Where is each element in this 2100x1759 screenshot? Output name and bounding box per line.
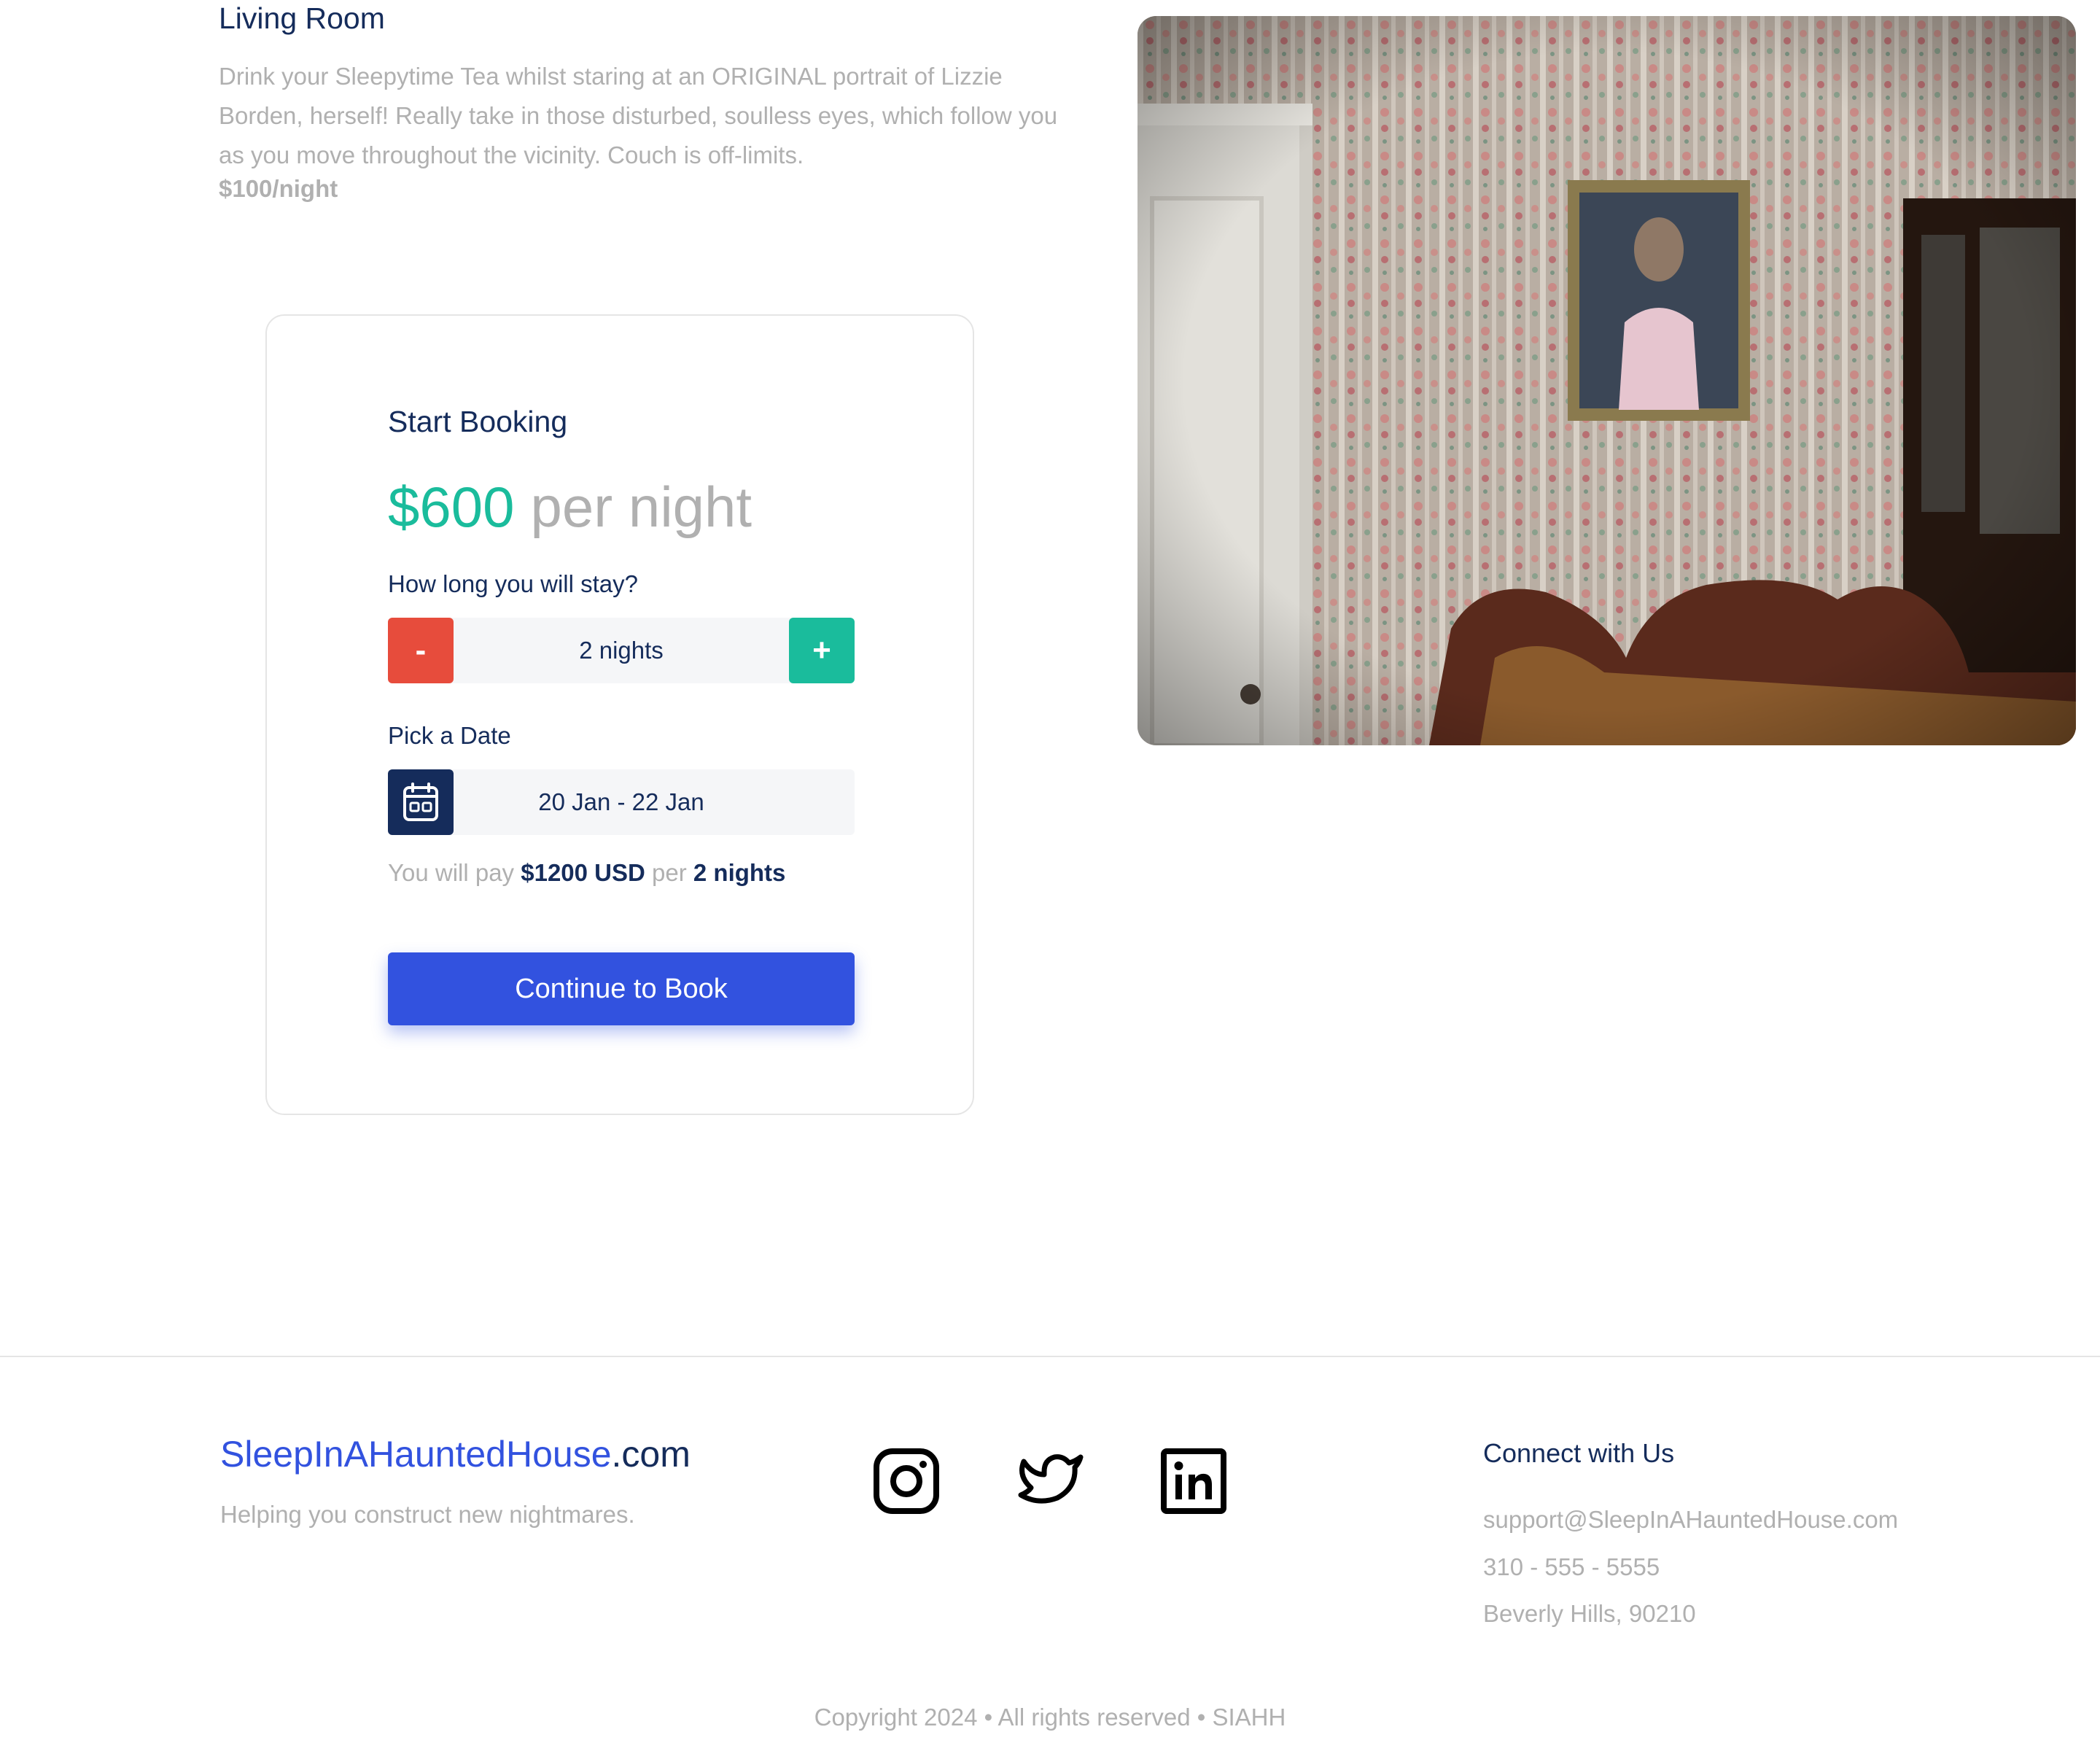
footer-tagline: Helping you construct new nightmares.	[220, 1501, 635, 1528]
support-email[interactable]: support@SleepInAHauntedHouse.com	[1483, 1506, 1898, 1534]
booking-price: $600 per night	[388, 474, 752, 540]
continue-to-book-button[interactable]: Continue to Book	[388, 952, 855, 1025]
calendar-button[interactable]	[388, 769, 454, 835]
support-phone[interactable]: 310 - 555 - 5555	[1483, 1553, 1660, 1581]
nights-value: 2 nights	[579, 637, 664, 664]
room-price: $100/night	[219, 175, 338, 202]
pay-total: $1200 USD	[521, 859, 645, 886]
instagram-link[interactable]	[872, 1447, 941, 1515]
decrease-nights-button[interactable]: -	[388, 618, 454, 683]
linkedin-icon	[1161, 1448, 1226, 1514]
calendar-icon	[403, 783, 438, 821]
stay-duration-label: How long you will stay?	[388, 570, 638, 597]
booking-title: Start Booking	[388, 405, 568, 438]
instagram-icon	[874, 1448, 939, 1514]
price-amount: $600	[388, 475, 515, 539]
date-label: Pick a Date	[388, 722, 511, 749]
linkedin-link[interactable]	[1159, 1447, 1228, 1515]
twitter-link[interactable]	[1016, 1447, 1085, 1515]
footer-divider	[0, 1356, 2100, 1357]
connect-title: Connect with Us	[1483, 1438, 1675, 1468]
pay-nights: 2 nights	[693, 859, 786, 886]
pay-per: per	[652, 859, 687, 886]
payment-summary: You will pay $1200 USD per 2 nights	[388, 859, 785, 887]
brand-name: SleepInAHauntedHouse	[220, 1434, 612, 1475]
minus-icon: -	[415, 632, 427, 668]
plus-icon: +	[812, 632, 831, 668]
room-description: Drink your Sleepytime Tea whilst staring…	[219, 63, 1058, 168]
pay-prefix: You will pay	[388, 859, 515, 886]
date-range-value[interactable]: 20 Jan - 22 Jan	[454, 769, 789, 835]
office-address: Beverly Hills, 90210	[1483, 1600, 1696, 1627]
copyright: Copyright 2024 • All rights reserved • S…	[814, 1704, 1286, 1731]
increase-nights-button[interactable]: +	[789, 618, 855, 683]
brand-suffix: .com	[611, 1434, 691, 1475]
footer-brand[interactable]: SleepInAHauntedHouse.com	[220, 1433, 691, 1475]
room-photo	[1138, 16, 2076, 745]
price-unit: per night	[530, 475, 752, 539]
twitter-icon	[1018, 1454, 1084, 1504]
room-title: Living Room	[219, 1, 385, 35]
